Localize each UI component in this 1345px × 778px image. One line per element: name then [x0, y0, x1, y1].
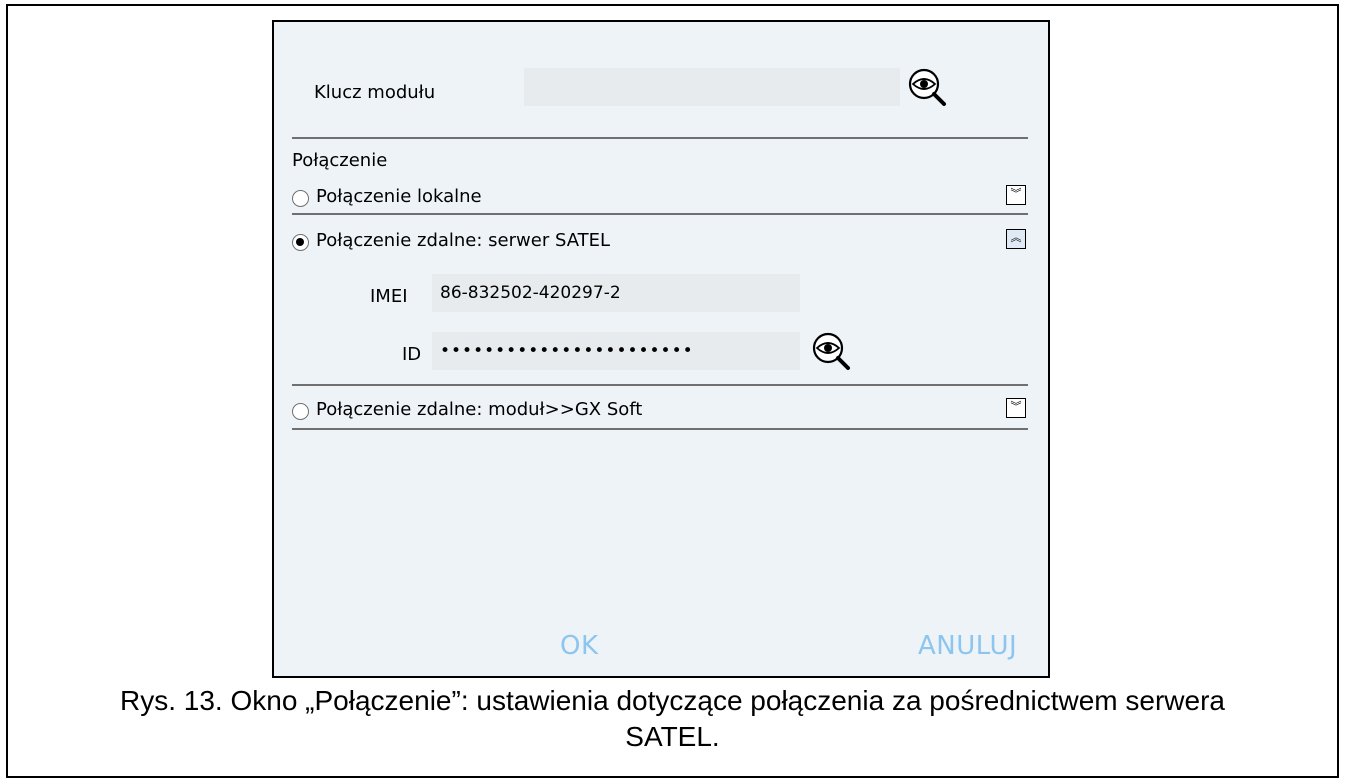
- local-connection-label[interactable]: Połączenie lokalne: [316, 186, 482, 207]
- collapse-satel-button[interactable]: ︽: [1006, 229, 1026, 249]
- show-key-eye-icon[interactable]: [906, 66, 950, 108]
- double-chevron-up-icon: ︽: [1010, 231, 1022, 244]
- separator: [292, 213, 1028, 215]
- connection-dialog: Klucz modułu Połączenie Połączenie lokal…: [272, 20, 1050, 678]
- id-label: ID: [402, 344, 422, 365]
- figure-caption-line1: Rys. 13. Okno „Połączenie”: ustawienia d…: [120, 685, 1225, 716]
- expand-local-button[interactable]: ︾: [1006, 185, 1026, 205]
- imei-field[interactable]: 86-832502-420297-2: [432, 274, 800, 312]
- cancel-button[interactable]: ANULUJ: [918, 631, 1017, 661]
- double-chevron-down-icon: ︾: [1010, 187, 1022, 200]
- separator: [292, 428, 1028, 430]
- separator: [292, 137, 1028, 139]
- module-key-label: Klucz modułu: [314, 82, 436, 103]
- separator: [292, 384, 1028, 386]
- imei-label: IMEI: [370, 286, 408, 307]
- id-password-field[interactable]: •••••••••••••••••••••••: [432, 332, 800, 370]
- radio-local-connection[interactable]: [292, 190, 309, 207]
- satel-server-label[interactable]: Połączenie zdalne: serwer SATEL: [316, 230, 610, 251]
- radio-gx-soft[interactable]: [292, 403, 309, 420]
- connection-section-title: Połączenie: [292, 150, 388, 171]
- gx-soft-label[interactable]: Połączenie zdalne: moduł>>GX Soft: [316, 399, 642, 420]
- figure-caption-line2: SATEL.: [625, 721, 720, 752]
- expand-gx-soft-button[interactable]: ︾: [1006, 398, 1026, 418]
- show-id-eye-icon[interactable]: [810, 330, 854, 372]
- ok-button[interactable]: OK: [560, 631, 599, 661]
- module-key-field[interactable]: [524, 68, 900, 106]
- radio-satel-server[interactable]: [292, 234, 309, 251]
- double-chevron-down-icon: ︾: [1010, 400, 1022, 413]
